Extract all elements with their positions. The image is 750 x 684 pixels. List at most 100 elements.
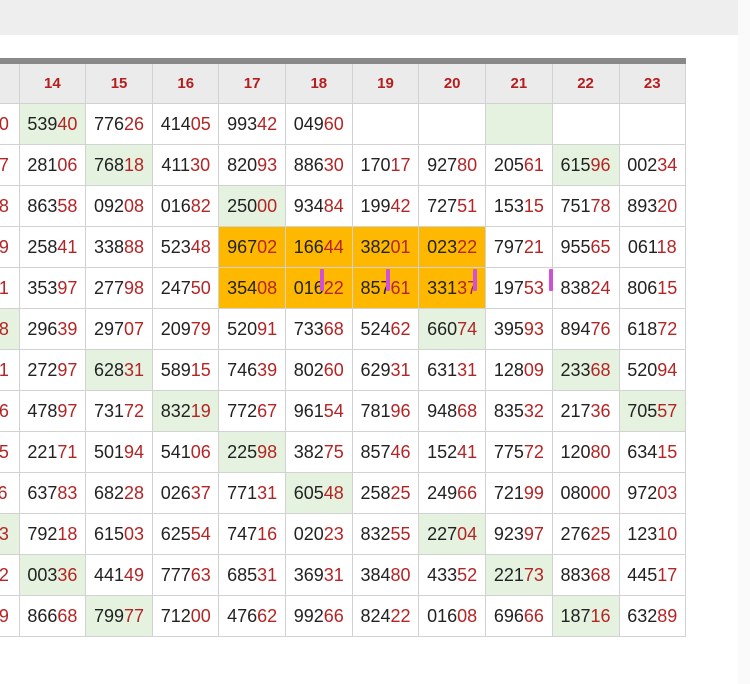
number-cell[interactable]: 80260: [284, 349, 353, 391]
number-cell[interactable]: 38480: [351, 554, 420, 596]
number-cell[interactable]: 01608: [418, 595, 487, 637]
number-cell[interactable]: 24750: [152, 267, 220, 309]
number-cell[interactable]: 09208: [85, 185, 154, 227]
number-cell[interactable]: 21736: [551, 390, 620, 432]
number-cell[interactable]: 74639: [218, 349, 286, 391]
number-cell[interactable]: 99342: [218, 103, 286, 145]
number-cell[interactable]: 44517: [618, 554, 687, 596]
number-cell[interactable]: 00234: [618, 144, 687, 186]
number-cell[interactable]: 53940: [18, 103, 87, 145]
number-cell[interactable]: 20561: [485, 144, 553, 186]
number-cell[interactable]: 62831: [85, 349, 154, 391]
number-cell[interactable]: 63783: [18, 472, 87, 514]
number-cell[interactable]: 70557: [618, 390, 687, 432]
number-cell[interactable]: 15241: [418, 431, 487, 473]
number-cell[interactable]: [418, 103, 487, 145]
number-cell[interactable]: 35397: [18, 267, 87, 309]
number-cell[interactable]: 86358: [18, 185, 87, 227]
number-cell[interactable]: 22704: [418, 513, 487, 555]
number-cell[interactable]: 99266: [284, 595, 353, 637]
number-cell[interactable]: 01682: [152, 185, 220, 227]
number-cell[interactable]: 97203: [618, 472, 687, 514]
number-cell[interactable]: 83219: [152, 390, 220, 432]
number-cell[interactable]: 52348: [152, 226, 220, 268]
number-cell[interactable]: 96154: [284, 390, 353, 432]
number-cell[interactable]: 27297: [18, 349, 87, 391]
number-cell[interactable]: 25841: [18, 226, 87, 268]
number-cell[interactable]: 33888: [85, 226, 154, 268]
number-cell[interactable]: 39593: [485, 308, 553, 350]
number-cell[interactable]: 52462: [351, 308, 420, 350]
number-cell[interactable]: 50194: [85, 431, 154, 473]
number-cell[interactable]: 76818: [85, 144, 154, 186]
number-cell[interactable]: 92397: [485, 513, 553, 555]
number-cell[interactable]: 22173: [485, 554, 553, 596]
number-cell[interactable]: 41405: [152, 103, 220, 145]
number-cell[interactable]: 93484: [284, 185, 353, 227]
number-cell[interactable]: 62931: [351, 349, 420, 391]
number-cell[interactable]: 52094: [618, 349, 687, 391]
number-cell[interactable]: [351, 103, 420, 145]
number-cell[interactable]: 54106: [152, 431, 220, 473]
vertical-scrollbar[interactable]: [738, 0, 750, 684]
number-cell[interactable]: [485, 103, 553, 145]
number-cell[interactable]: 77267: [218, 390, 286, 432]
number-cell[interactable]: 77763: [152, 554, 220, 596]
number-cell[interactable]: 27625: [551, 513, 620, 555]
number-cell[interactable]: 89476: [551, 308, 620, 350]
number-cell[interactable]: 68531: [218, 554, 286, 596]
number-cell[interactable]: 63131: [418, 349, 487, 391]
number-cell[interactable]: 22598: [218, 431, 286, 473]
number-cell[interactable]: 25825: [351, 472, 420, 514]
number-cell[interactable]: 66074: [418, 308, 487, 350]
number-cell[interactable]: 01622: [284, 267, 353, 309]
number-cell[interactable]: 44149: [85, 554, 154, 596]
number-cell[interactable]: 12310: [618, 513, 687, 555]
number-cell[interactable]: 19942: [351, 185, 420, 227]
number-cell[interactable]: 83824: [551, 267, 620, 309]
number-cell[interactable]: 35408: [218, 267, 286, 309]
number-cell[interactable]: 23368: [551, 349, 620, 391]
number-cell[interactable]: 29639: [18, 308, 87, 350]
number-cell[interactable]: 77572: [485, 431, 553, 473]
number-cell[interactable]: 47662: [218, 595, 286, 637]
number-cell[interactable]: [551, 103, 620, 145]
number-cell[interactable]: 61596: [551, 144, 620, 186]
number-cell[interactable]: 79721: [485, 226, 553, 268]
number-cell[interactable]: 41130: [152, 144, 220, 186]
number-cell[interactable]: 43558: [0, 185, 20, 227]
number-cell[interactable]: 57341: [0, 267, 20, 309]
number-cell[interactable]: 94868: [418, 390, 487, 432]
number-cell[interactable]: 52091: [218, 308, 286, 350]
number-cell[interactable]: 43352: [418, 554, 487, 596]
number-cell[interactable]: 63289: [618, 595, 687, 637]
number-cell[interactable]: 02322: [418, 226, 487, 268]
number-cell[interactable]: 94187: [0, 144, 20, 186]
number-cell[interactable]: 61872: [618, 308, 687, 350]
number-cell[interactable]: 86668: [18, 595, 87, 637]
number-cell[interactable]: 38275: [284, 431, 353, 473]
number-cell[interactable]: 08000: [551, 472, 620, 514]
number-cell[interactable]: 24966: [418, 472, 487, 514]
number-cell[interactable]: 89320: [618, 185, 687, 227]
number-cell[interactable]: 00398: [0, 308, 20, 350]
number-cell[interactable]: 63230: [0, 103, 20, 145]
number-cell[interactable]: 31459: [0, 226, 20, 268]
number-cell[interactable]: 85746: [351, 431, 420, 473]
number-cell[interactable]: 19753: [485, 267, 553, 309]
number-cell[interactable]: 02637: [152, 472, 220, 514]
number-cell[interactable]: 36931: [284, 554, 353, 596]
number-cell[interactable]: 51346: [0, 390, 20, 432]
number-cell[interactable]: 22171: [18, 431, 87, 473]
number-cell[interactable]: 83532: [485, 390, 553, 432]
number-cell[interactable]: 64043: [0, 513, 20, 555]
number-cell[interactable]: 77626: [85, 103, 154, 145]
number-cell[interactable]: 73368: [284, 308, 353, 350]
number-cell[interactable]: 82422: [351, 595, 420, 637]
number-cell[interactable]: 27798: [85, 267, 154, 309]
number-cell[interactable]: 75178: [551, 185, 620, 227]
number-cell[interactable]: 63415: [618, 431, 687, 473]
number-cell[interactable]: 83255: [351, 513, 420, 555]
number-cell[interactable]: 17017: [351, 144, 420, 186]
number-cell[interactable]: 88368: [551, 554, 620, 596]
